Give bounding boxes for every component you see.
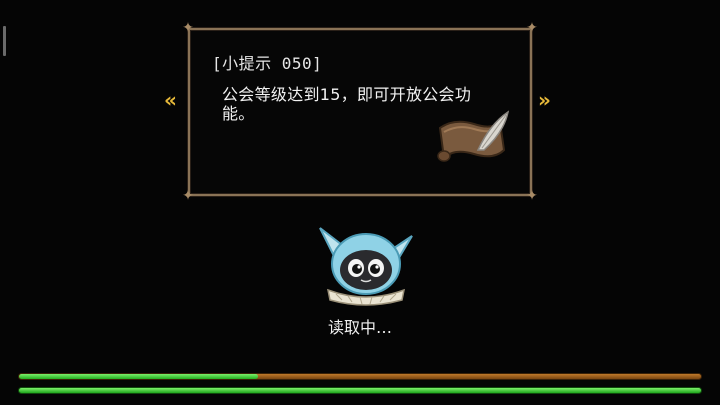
frame-corner-ornament: ✦ bbox=[182, 20, 194, 36]
scroll-quill-icon bbox=[437, 110, 510, 162]
previous-tip-button[interactable]: « bbox=[164, 90, 177, 110]
next-tip-button[interactable]: » bbox=[538, 90, 551, 110]
tip-title: [小提示 050] bbox=[212, 54, 323, 73]
frame-corner-ornament: ✦ bbox=[526, 20, 538, 36]
mascot-character-icon bbox=[319, 227, 413, 306]
screen-edge-indicator bbox=[3, 26, 6, 56]
frame-corner-ornament: ✦ bbox=[526, 188, 538, 204]
loading-status-text: 读取中… bbox=[327, 318, 392, 337]
loading-tip-panel: ✦ ✦ ✦ ✦ [小提示 050] 公会等级达到15，即可开放公会功能。 bbox=[182, 21, 538, 203]
total-progress-bar bbox=[18, 387, 702, 394]
frame-corner-ornament: ✦ bbox=[182, 188, 194, 204]
loading-progress-bar bbox=[18, 373, 702, 380]
loading-progress-fill bbox=[19, 374, 258, 379]
